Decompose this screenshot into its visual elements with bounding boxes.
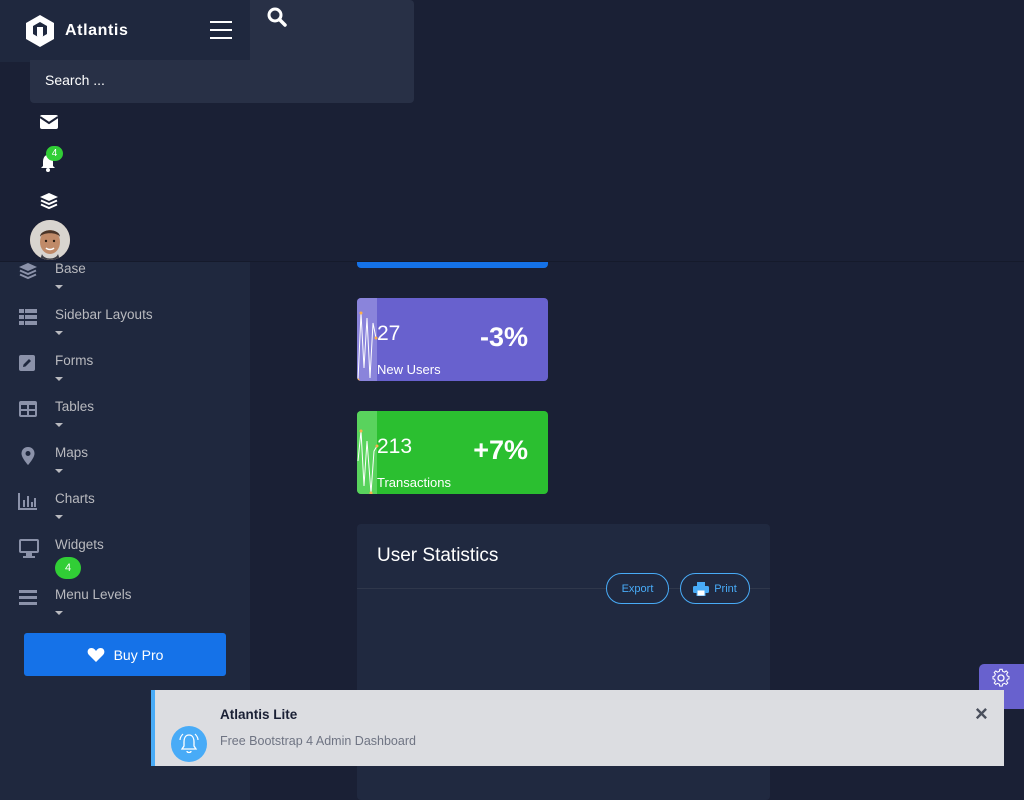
logo-header: Atlantis (0, 0, 250, 62)
export-button[interactable]: Export (606, 573, 669, 604)
envelope-icon[interactable] (39, 114, 59, 134)
bars-icon (18, 588, 38, 606)
buy-pro-button[interactable]: Buy Pro (24, 633, 226, 676)
print-label: Print (714, 582, 737, 595)
user-avatar[interactable] (30, 220, 70, 260)
table-icon (18, 400, 38, 418)
sparkline-chart (357, 298, 378, 381)
sidebar-item-label: Widgets (55, 537, 104, 552)
search-box (30, 60, 414, 103)
sidebar-item-label: Charts (55, 491, 95, 506)
brand-logo[interactable]: Atlantis (24, 14, 128, 48)
card-change: -3% (479, 322, 528, 352)
sidebar-toggle-button[interactable] (210, 21, 232, 39)
bell-icon (171, 726, 207, 762)
caret-down-icon (55, 423, 63, 427)
caret-down-icon (55, 377, 63, 381)
sidebar-item-label: Base (55, 261, 86, 276)
brand-name: Atlantis (65, 22, 129, 39)
card-title: User Statistics (377, 545, 499, 566)
pen-square-icon (18, 354, 38, 372)
card-label: Transactions (377, 475, 451, 490)
export-label: Export (621, 582, 654, 595)
transactions-card: 213 Transactions +7% (357, 411, 548, 494)
search-input[interactable] (45, 72, 345, 88)
desktop-icon (18, 538, 39, 558)
sidebar-item-forms[interactable]: Forms (0, 349, 250, 395)
toast-message: Free Bootstrap 4 Admin Dashboard (220, 734, 416, 748)
toast-notification: Atlantis Lite Free Bootstrap 4 Admin Das… (151, 690, 1004, 766)
search-icon[interactable] (267, 7, 287, 32)
sidebar-item-maps[interactable]: Maps (0, 441, 250, 487)
sidebar-item-tables[interactable]: Tables (0, 395, 250, 441)
card-value: 27 (377, 322, 401, 345)
sidebar-item-label: Maps (55, 445, 89, 460)
chart-bar-icon (18, 492, 38, 510)
sidebar-item-label: Forms (55, 353, 94, 368)
card-change: +7% (473, 435, 528, 465)
sidebar-item-label: Sidebar Layouts (55, 307, 153, 322)
caret-down-icon (55, 469, 63, 473)
heart-icon (87, 647, 104, 662)
caret-down-icon (55, 285, 63, 289)
sidebar-item-charts[interactable]: Charts (0, 487, 250, 533)
sidebar-item-base[interactable]: Base (0, 257, 250, 303)
users-online-card (357, 262, 548, 268)
buy-pro-label: Buy Pro (113, 646, 164, 663)
card-value: 213 (377, 435, 413, 458)
map-marker-icon (18, 446, 38, 465)
widgets-badge: 4 (55, 557, 81, 579)
sidebar-item-widgets[interactable]: Widgets 4 (0, 533, 250, 579)
sidebar-item-label: Menu Levels (55, 587, 132, 602)
logo-icon (26, 15, 54, 47)
sidebar-item-label: Tables (55, 399, 95, 414)
caret-down-icon (55, 611, 63, 615)
print-icon (693, 581, 710, 596)
new-users-card: 27 New Users -3% (357, 298, 548, 381)
toast-title: Atlantis Lite (220, 707, 298, 722)
caret-down-icon (55, 515, 63, 519)
notification-badge: 4 (46, 146, 63, 161)
sidebar-item-sidebar-layouts[interactable]: Sidebar Layouts (0, 303, 250, 349)
caret-down-icon (55, 331, 63, 335)
close-icon[interactable]: × (975, 703, 988, 725)
th-list-icon (18, 308, 38, 326)
layers-icon[interactable] (39, 192, 59, 212)
print-button[interactable]: Print (680, 573, 750, 604)
card-label: New Users (377, 362, 441, 377)
sparkline-chart (357, 411, 379, 494)
layers-icon (18, 262, 38, 280)
sidebar-item-menu-levels[interactable]: Menu Levels (0, 583, 250, 629)
